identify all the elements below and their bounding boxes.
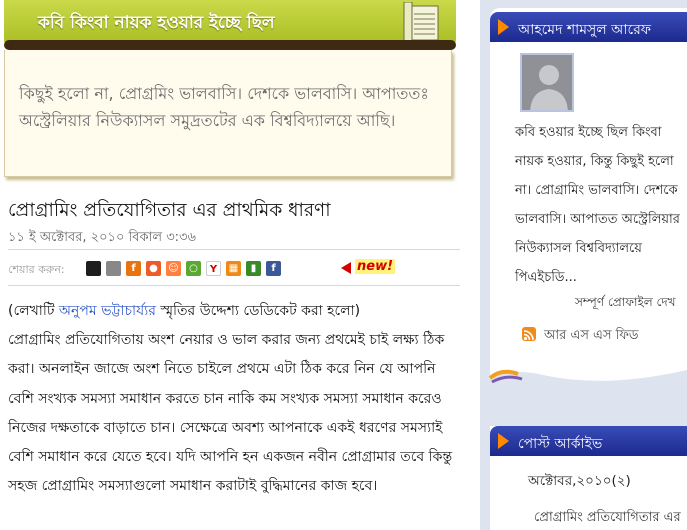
bookmark-icon[interactable]: ▮ bbox=[246, 261, 261, 276]
dedication-prefix: (লেখাটি bbox=[8, 303, 59, 319]
post-dedication: (লেখাটি অনুপম ভট্টাচার্য্যর স্মৃতির উদ্দ… bbox=[8, 297, 463, 326]
post-title[interactable]: প্রোগ্রামিং প্রতিযোগিতার এর প্রাথমিক ধার… bbox=[8, 196, 458, 227]
archive-header-label: পোস্ট আর্কাইভ bbox=[518, 436, 603, 452]
post-paragraph: প্রোগ্রামিং প্রতিযোগিতায় অংশ নেয়ার ও ভ… bbox=[8, 332, 453, 495]
header-divider-bar bbox=[4, 40, 456, 50]
post-body: (লেখাটি অনুপম ভট্টাচার্য্যর স্মৃতির উদ্দ… bbox=[8, 297, 463, 501]
avatar[interactable] bbox=[520, 53, 574, 112]
reddit-icon[interactable]: ☺ bbox=[166, 261, 181, 276]
archive-month-item[interactable]: অক্টোবর,২০১০(২) bbox=[528, 470, 631, 493]
author-link[interactable]: অনুপম ভট্টাচার্য্যর bbox=[59, 303, 156, 319]
facebook-icon[interactable]: f bbox=[266, 261, 281, 276]
talk-icon[interactable]: ○ bbox=[186, 261, 201, 276]
share-label: শেয়ার করুন: bbox=[8, 263, 65, 276]
grid-icon[interactable]: ▦ bbox=[226, 261, 241, 276]
post-date: ১১ ই অক্টোবর, ২০১০ বিকাল ৩:৩৬ bbox=[8, 230, 196, 245]
delicious-icon[interactable] bbox=[86, 261, 101, 276]
full-profile-link[interactable]: সম্পূর্ণ প্রোফাইল দেখ bbox=[575, 294, 676, 314]
blog-description-box: কিছুই হলো না, প্রোগ্রমিং ভালবাসি। দেশকে … bbox=[4, 50, 452, 177]
divider bbox=[8, 249, 460, 250]
digg-icon[interactable] bbox=[106, 261, 121, 276]
stumbleupon-icon[interactable]: ● bbox=[146, 261, 161, 276]
share-bar: শেয়ার করুন: f ● ☺ ○ Y ▦ ▮ f new! bbox=[8, 259, 460, 277]
blog-description: কিছুই হলো না, প্রোগ্রমিং ভালবাসি। দেশকে … bbox=[19, 84, 429, 130]
profile-header-label[interactable]: আহমেদ শামসুল আরেফ bbox=[518, 18, 651, 42]
yahoo-icon[interactable]: Y bbox=[206, 261, 221, 276]
divider bbox=[8, 285, 460, 286]
arrow-left-icon bbox=[341, 262, 351, 274]
triangle-right-icon bbox=[498, 19, 509, 35]
friendfeed-icon[interactable]: f bbox=[126, 261, 141, 276]
decorative-swoosh bbox=[488, 369, 687, 388]
triangle-right-icon bbox=[498, 433, 509, 449]
profile-header: আহমেদ শামসুল আরেফ bbox=[490, 12, 687, 42]
dedication-suffix: স্মৃতির উদ্দেশ্য ডেডিকেট করা হলো) bbox=[155, 303, 361, 319]
profile-description: কবি হওয়ার ইচ্ছে ছিল কিংবা নায়ক হওয়ার,… bbox=[515, 125, 680, 285]
archive-header: পোস্ট আর্কাইভ bbox=[490, 426, 687, 456]
notebook-icon bbox=[403, 2, 439, 42]
new-badge: new! bbox=[355, 259, 396, 274]
rss-label: আর এস এস ফিড bbox=[544, 328, 639, 343]
archive-post-item[interactable]: প্রোগ্রামিং প্রতিযোগিতার এর bbox=[534, 508, 681, 529]
blog-title[interactable]: কবি কিংবা নায়ক হওয়ার ইচ্ছে ছিল bbox=[38, 10, 275, 38]
rss-icon bbox=[522, 327, 536, 341]
